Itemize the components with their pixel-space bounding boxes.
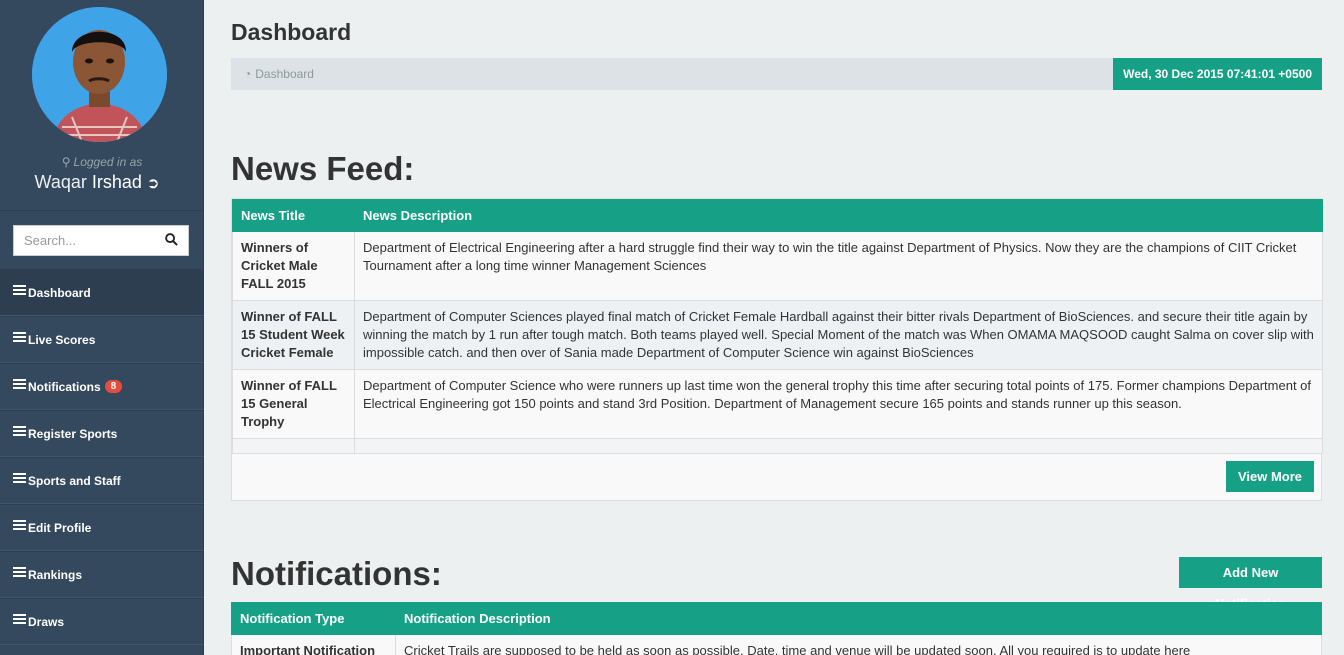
sidebar-item-edit-profile[interactable]: Edit Profile	[0, 504, 204, 551]
table-row: Winner of FALL 15 General Trophy Departm…	[232, 369, 1323, 439]
sign-out-icon[interactable]: ➲	[147, 174, 160, 192]
list-icon	[13, 613, 26, 624]
breadcrumb-label: Dashboard	[255, 67, 314, 81]
user-last-name: Irshad	[91, 172, 142, 192]
table-row: Winners of Cricket Male FALL 2015 Depart…	[232, 231, 1323, 301]
news-title-cell: Winners of Cricket Male FALL 2015	[232, 231, 355, 301]
empty-cell	[232, 438, 355, 454]
sidebar-item-label: Notifications	[28, 379, 101, 394]
sidebar-item-draws[interactable]: Draws	[0, 598, 204, 645]
column-header-news-description: News Description	[354, 199, 1323, 232]
sidebar-item-label: Register Sports	[28, 426, 118, 441]
notifications-table: Notification Type Notification Descripti…	[231, 602, 1322, 655]
notification-count-badge: 8	[104, 380, 123, 393]
news-description-cell: Department of Electrical Engineering aft…	[354, 231, 1323, 301]
page-title: Dashboard	[231, 19, 352, 45]
sidebar: ⚲Logged in as Waqar Irshad ➲ Dashboard Li…	[0, 0, 204, 655]
sidebar-item-label: Edit Profile	[28, 520, 92, 535]
breadcrumb: ◔ Dashboard Wed, 30 Dec 2015 07:41:01 +05…	[231, 58, 1322, 90]
news-table: News Title News Description Winners of C…	[232, 199, 1323, 454]
sidebar-item-dashboard[interactable]: Dashboard	[0, 269, 204, 316]
list-icon	[13, 519, 26, 530]
list-icon	[13, 566, 26, 577]
column-header-notification-type: Notification Type	[231, 602, 396, 635]
list-icon	[13, 425, 26, 436]
user-name: Waqar Irshad ➲	[0, 172, 194, 193]
breadcrumb-item-dashboard[interactable]: ◔ Dashboard	[244, 67, 314, 81]
sidebar-item-label: Rankings	[28, 567, 83, 582]
sidebar-item-label: Draws	[28, 614, 65, 629]
user-photo	[32, 7, 167, 142]
datetime-badge: Wed, 30 Dec 2015 07:41:01 +0500	[1113, 58, 1322, 90]
sidebar-nav: Dashboard Live Scores Notifications 8 Re…	[0, 269, 204, 645]
search-icon[interactable]	[165, 233, 178, 246]
column-header-news-title: News Title	[232, 199, 355, 232]
table-header-row: News Title News Description	[232, 199, 1323, 232]
sidebar-item-sports-and-staff[interactable]: Sports and Staff	[0, 457, 204, 504]
empty-table-row	[232, 438, 1323, 454]
dashboard-icon: ◔	[244, 67, 252, 81]
user-first-name: Waqar	[34, 172, 87, 192]
news-title-cell: Winner of FALL 15 Student Week Cricket F…	[232, 300, 355, 370]
avatar[interactable]	[32, 7, 167, 142]
sidebar-divider	[0, 210, 204, 211]
sidebar-item-label: Live Scores	[28, 332, 96, 347]
news-title-cell: Winner of FALL 15 General Trophy	[232, 369, 355, 439]
logged-in-label: ⚲ Logged in as	[0, 155, 204, 169]
news-feed-panel: News Title News Description Winners of C…	[231, 198, 1323, 501]
notification-type-cell: Important Notification	[231, 634, 396, 655]
notifications-heading: Notifications:	[231, 555, 442, 592]
view-more-button[interactable]: View More	[1225, 461, 1314, 492]
column-header-notification-description: Notification Description	[395, 602, 1322, 635]
news-footer: View More	[232, 454, 1321, 500]
empty-cell	[354, 438, 1323, 454]
sidebar-item-label: Dashboard	[28, 285, 91, 300]
sidebar-item-live-scores[interactable]: Live Scores	[0, 316, 204, 363]
news-description-cell: Department of Computer Science who were …	[354, 369, 1323, 439]
sidebar-item-label: Sports and Staff	[28, 473, 121, 488]
list-icon	[13, 284, 26, 295]
add-notification-button[interactable]: Add New Notification	[1179, 557, 1322, 611]
logged-in-text: Logged in as	[73, 155, 143, 169]
sidebar-item-rankings[interactable]: Rankings	[0, 551, 204, 598]
news-feed-heading: News Feed:	[231, 150, 415, 187]
search-box	[13, 225, 189, 256]
sidebar-item-register-sports[interactable]: Register Sports	[0, 410, 204, 457]
search-input[interactable]	[14, 226, 159, 255]
table-row: Winner of FALL 15 Student Week Cricket F…	[232, 300, 1323, 370]
key-icon: ⚲	[61, 155, 71, 169]
table-row: Important Notification Cricket Trails ar…	[231, 634, 1322, 655]
table-header-row: Notification Type Notification Descripti…	[231, 602, 1322, 635]
list-icon	[13, 331, 26, 342]
list-icon	[13, 378, 26, 389]
list-icon	[13, 472, 26, 483]
sidebar-item-notifications[interactable]: Notifications 8	[0, 363, 204, 410]
news-description-cell: Department of Computer Sciences played f…	[354, 300, 1323, 370]
notification-description-cell: Cricket Trails are supposed to be held a…	[395, 634, 1322, 655]
notifications-panel: Notification Type Notification Descripti…	[231, 602, 1322, 655]
